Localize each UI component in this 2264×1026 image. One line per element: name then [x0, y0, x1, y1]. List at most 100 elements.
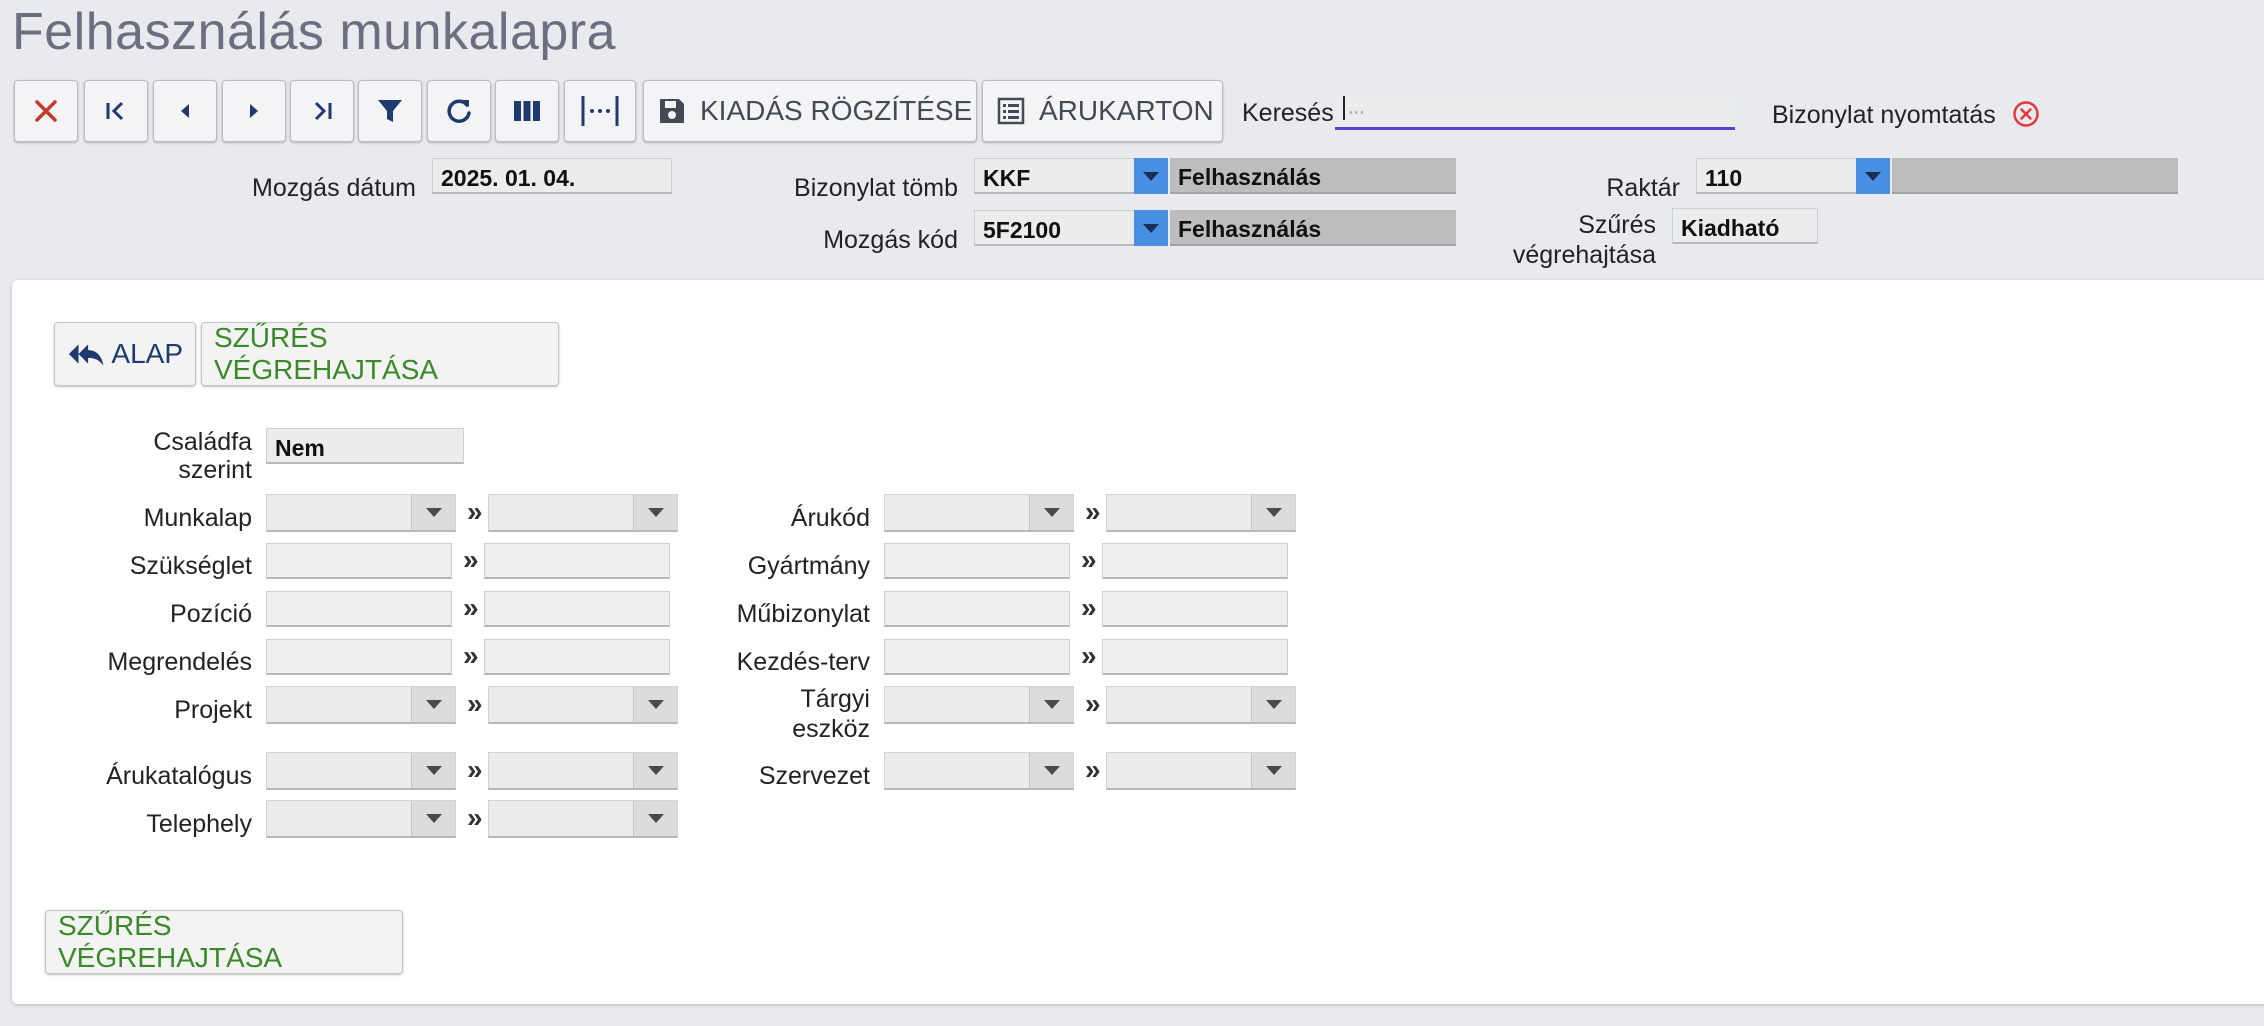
pozicio-to-field[interactable] [484, 591, 670, 627]
save-icon [660, 99, 684, 123]
range-separator: » [463, 544, 479, 575]
chevron-down-icon[interactable] [411, 495, 455, 530]
projekt-label: Projekt [174, 696, 252, 724]
mubizonylat-label: Műbizonylat [736, 600, 870, 628]
szures-vegrehajtasa-bottom-button[interactable]: SZŰRÉS VÉGREHAJTÁSA [45, 910, 403, 974]
last-record-button[interactable] [290, 80, 354, 142]
pozicio-label: Pozíció [170, 600, 252, 628]
arukatalogus-label: Árukatalógus [106, 762, 252, 790]
bizonylat-tomb-label: Bizonylat tömb [794, 174, 958, 202]
arukarton-button[interactable]: ÁRUKARTON [982, 80, 1223, 142]
szervezet-from-select[interactable] [884, 752, 1074, 790]
bizonylat-tomb-field[interactable]: KKF [974, 158, 1136, 194]
megrendeles-label: Megrendelés [107, 648, 252, 676]
range-separator: » [467, 802, 483, 833]
reply-all-icon [68, 344, 104, 366]
mubizonylat-from-field[interactable] [884, 591, 1070, 627]
szures-top-label: SZŰRÉS VÉGREHAJTÁSA [214, 322, 439, 385]
chevron-down-icon[interactable] [1029, 687, 1073, 722]
refresh-button[interactable] [427, 80, 491, 142]
mubizonylat-to-field[interactable] [1102, 591, 1288, 627]
mozgas-kod-dropdown-icon[interactable] [1134, 210, 1168, 246]
gyartmany-to-field[interactable] [1102, 543, 1288, 579]
kezdes-terv-label: Kezdés-terv [736, 648, 870, 676]
csaladfa-label: Családfa szerint [60, 428, 252, 484]
last-icon [314, 101, 332, 121]
szukseglet-from-field[interactable] [266, 543, 452, 579]
print-clear-button[interactable] [2012, 100, 2040, 133]
range-separator: » [463, 640, 479, 671]
range-separator: » [467, 754, 483, 785]
munkalap-to-select[interactable] [488, 494, 678, 532]
csaladfa-field[interactable]: Nem [266, 428, 464, 464]
next-record-button[interactable] [222, 80, 286, 142]
targyi-eszkoz-to-select[interactable] [1106, 686, 1296, 724]
gyartmany-label: Gyártmány [747, 552, 870, 580]
arukod-from-select[interactable] [884, 494, 1074, 532]
chevron-down-icon[interactable] [411, 687, 455, 722]
telephely-to-select[interactable] [488, 800, 678, 838]
range-separator: » [467, 496, 483, 527]
chevron-down-icon[interactable] [1251, 687, 1295, 722]
column-width-button[interactable] [564, 80, 636, 142]
szures-vegrehajtasa-top-button[interactable]: SZŰRÉS VÉGREHAJTÁSA [201, 322, 559, 386]
chevron-down-icon[interactable] [633, 495, 677, 530]
chevron-down-icon[interactable] [1029, 495, 1073, 530]
arukod-to-select[interactable] [1106, 494, 1296, 532]
megrendeles-from-field[interactable] [266, 639, 452, 675]
range-separator: » [1081, 544, 1097, 575]
raktar-field[interactable]: 110 [1696, 158, 1858, 194]
close-icon [35, 100, 57, 122]
szervezet-label: Szervezet [758, 762, 870, 790]
csaladfa-label-line2: szerint [178, 456, 252, 484]
first-record-button[interactable] [84, 80, 148, 142]
chevron-down-icon[interactable] [633, 801, 677, 836]
projekt-from-select[interactable] [266, 686, 456, 724]
arukod-label: Árukód [790, 504, 870, 532]
chevron-down-icon[interactable] [633, 687, 677, 722]
close-button[interactable] [14, 80, 78, 142]
chevron-down-icon[interactable] [1029, 753, 1073, 788]
megrendeles-to-field[interactable] [484, 639, 670, 675]
projekt-to-select[interactable] [488, 686, 678, 724]
column-width-icon [581, 96, 619, 126]
chevron-down-icon[interactable] [633, 753, 677, 788]
gyartmany-from-field[interactable] [884, 543, 1070, 579]
columns-button[interactable] [495, 80, 559, 142]
arukatalogus-to-select[interactable] [488, 752, 678, 790]
raktar-dropdown-icon[interactable] [1856, 158, 1890, 194]
range-separator: » [463, 592, 479, 623]
chevron-down-icon[interactable] [411, 801, 455, 836]
szures-vegrehajtasa-field[interactable]: Kiadható [1672, 208, 1818, 244]
chevron-down-icon[interactable] [411, 753, 455, 788]
szukseglet-label: Szükséglet [129, 552, 252, 580]
kezdes-terv-to-field[interactable] [1102, 639, 1288, 675]
first-icon [106, 101, 124, 121]
range-separator: » [1085, 496, 1101, 527]
bizonylat-tomb-desc: Felhasználás [1170, 158, 1456, 194]
alap-label: ALAP [111, 338, 183, 369]
range-separator: » [1085, 688, 1101, 719]
arukatalogus-from-select[interactable] [266, 752, 456, 790]
caret-right-icon [250, 104, 258, 118]
telephely-from-select[interactable] [266, 800, 456, 838]
filter-button[interactable] [358, 80, 422, 142]
pozicio-from-field[interactable] [266, 591, 452, 627]
chevron-down-icon[interactable] [1251, 495, 1295, 530]
szervezet-to-select[interactable] [1106, 752, 1296, 790]
previous-record-button[interactable] [153, 80, 217, 142]
kezdes-terv-from-field[interactable] [884, 639, 1070, 675]
targyi-eszkoz-label: Tárgyi eszköz [690, 684, 870, 744]
alap-button[interactable]: ALAP [54, 322, 196, 386]
szukseglet-to-field[interactable] [484, 543, 670, 579]
kiadas-rogzitese-button[interactable]: KIADÁS RÖGZÍTÉSE [643, 80, 977, 142]
caret-left-icon [181, 104, 189, 118]
mozgas-kod-field[interactable]: 5F2100 [974, 210, 1136, 246]
print-label: Bizonylat nyomtatás [1772, 101, 1996, 129]
chevron-down-icon[interactable] [1251, 753, 1295, 788]
search-input[interactable]: ... [1335, 92, 1735, 130]
bizonylat-tomb-dropdown-icon[interactable] [1134, 158, 1168, 194]
targyi-eszkoz-from-select[interactable] [884, 686, 1074, 724]
munkalap-from-select[interactable] [266, 494, 456, 532]
mozgas-datum-field[interactable]: 2025. 01. 04. [432, 158, 672, 194]
